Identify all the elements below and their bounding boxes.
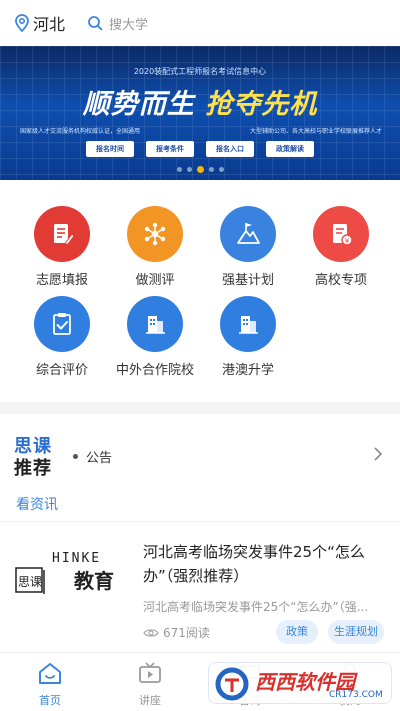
building-icon (220, 296, 276, 352)
grid-item-comprehensive[interactable]: 综合评价 (17, 296, 107, 378)
nav-label: 讲座 (139, 694, 161, 707)
banner-buttons: 报名时间 报考条件 报名入口 政策解读 (0, 141, 400, 157)
grid-item-label: 中外合作院校 (115, 363, 194, 378)
grid-item-sino-foreign[interactable]: 中外合作院校 (110, 296, 200, 378)
chevron-right-icon[interactable] (372, 446, 384, 462)
pagination-dot (218, 167, 224, 172)
promo-banner[interactable]: 2020装配式工程师报名考试信息中心 顺势而生 抢夺先机 国家级人才交流服务机构… (0, 46, 400, 180)
grid-item-college-special[interactable]: ¥ 高校专项 (296, 206, 386, 288)
section-divider (0, 402, 400, 414)
nav-home[interactable]: 首页 (20, 661, 80, 708)
grid-item-assessment[interactable]: 做测评 (110, 206, 200, 288)
notice-text: 公告 (86, 451, 113, 466)
grid-item-hk-macau[interactable]: 港澳升学 (203, 296, 293, 378)
grid-item-strong-base[interactable]: 强基计划 (203, 206, 293, 288)
news-article[interactable]: HINKE 思课 教育 河北高考临场突发事件25个“怎么办”（强烈推荐） 河北高… (0, 522, 400, 652)
banner-headline: 顺势而生 抢夺先机 (0, 82, 400, 121)
banner-top-text: 2020装配式工程师报名考试信息中心 (133, 67, 267, 76)
watermark-logo-icon (215, 667, 249, 701)
nav-label: 首页 (39, 694, 61, 707)
grid-item-label: 港澳升学 (221, 363, 274, 378)
pagination-dot-active (196, 166, 204, 173)
banner-button-conditions[interactable]: 报考条件 (146, 141, 194, 157)
watermark: 西西软件园 CR173.COM (208, 662, 392, 704)
document-badge-icon: ¥ (313, 206, 369, 262)
search-placeholder: 搜大学 (109, 17, 149, 33)
tv-play-icon (139, 662, 161, 683)
search-input[interactable]: 搜大学 (87, 14, 148, 33)
grid-item-label: 综合评价 (35, 363, 88, 378)
article-views: 671阅读 (143, 624, 210, 641)
banner-pagination (0, 166, 400, 173)
location-pin-icon (15, 14, 29, 32)
watermark-url: CR173.COM (329, 690, 383, 700)
sike-logo-bottom: 推荐 (14, 458, 52, 479)
pagination-dot (186, 167, 192, 172)
home-icon (39, 663, 61, 684)
grid-item-label: 强基计划 (221, 273, 274, 288)
network-nodes-icon (127, 206, 183, 262)
clipboard-check-icon (34, 296, 90, 352)
grid-item-label: 做测评 (135, 273, 175, 288)
article-thumbnail: HINKE 思课 教育 (14, 544, 126, 612)
article-title: 河北高考临场突发事件25个“怎么办”（强烈推荐） (143, 543, 365, 585)
nav-lectures[interactable]: 讲座 (120, 661, 180, 708)
banner-button-time[interactable]: 报名时间 (86, 141, 134, 157)
notice-bar[interactable]: 思课 推荐 公告 (0, 414, 400, 484)
banner-button-policy[interactable]: 政策解读 (266, 141, 314, 157)
banner-sub-left: 国家级人才交流服务机构权威认证，全国通用 (20, 128, 141, 135)
tag-career-planning[interactable]: 生涯规划 (328, 620, 384, 644)
eye-icon (143, 628, 159, 637)
feature-grid: 志愿填报 做测评 强基计划 ¥ 高校专项 综合评价 中外合作院校 港澳升学 (0, 180, 400, 402)
banner-button-entry[interactable]: 报名入口 (206, 141, 254, 157)
grid-item-volunteer[interactable]: 志愿填报 (17, 206, 107, 288)
grid-item-label: 志愿填报 (35, 273, 88, 288)
top-bar: 河北 搜大学 (0, 0, 400, 46)
article-summary: 河北高考临场突发事件25个“怎么办”（强... (143, 600, 369, 614)
thumbnail-text-left: 思课 (18, 575, 42, 589)
form-pen-icon (34, 206, 90, 262)
svg-text:¥: ¥ (345, 237, 350, 245)
mountain-flag-icon (220, 206, 276, 262)
building-icon (127, 296, 183, 352)
tag-policy[interactable]: 政策 (276, 620, 318, 644)
thumbnail-text-top: HINKE (52, 551, 101, 566)
location-selector[interactable]: 河北 (14, 11, 65, 35)
location-label: 河北 (33, 15, 66, 34)
pagination-dot (176, 167, 182, 172)
thumbnail-text-right: 教育 (74, 569, 114, 593)
grid-item-label: 高校专项 (314, 273, 367, 288)
pagination-dot (208, 167, 214, 172)
views-count: 671阅读 (163, 626, 210, 640)
banner-sub-right: 大型辅助公司、各大高校与职业学校联展推荐人才 (249, 128, 382, 135)
banner-headline-part2: 抢夺先机 (205, 89, 318, 120)
tab-news[interactable]: 看资讯 (16, 494, 58, 514)
notice-bullet (73, 454, 78, 459)
search-icon (88, 16, 103, 31)
banner-headline-part1: 顺势而生 (82, 89, 195, 120)
